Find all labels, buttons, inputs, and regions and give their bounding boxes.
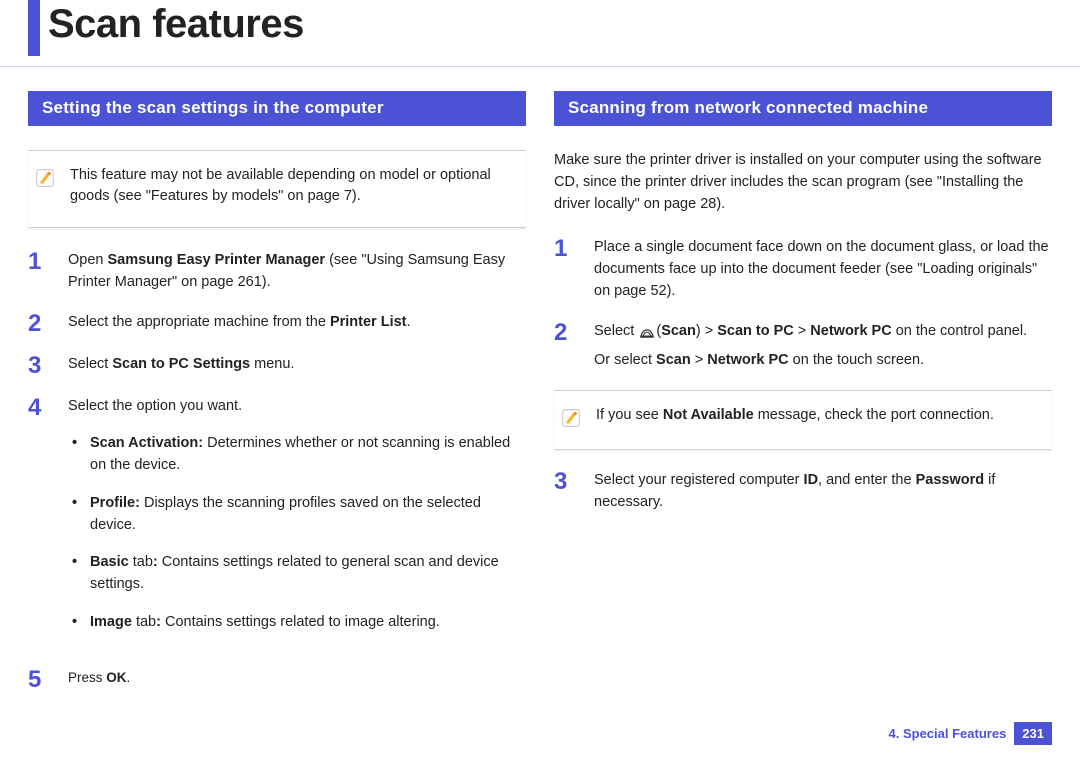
text: > bbox=[691, 352, 708, 368]
bold-text: Printer List bbox=[330, 314, 407, 330]
step-body: Select the appropriate machine from the … bbox=[68, 312, 411, 336]
bullet-item: • Basic tab: Contains settings related t… bbox=[72, 552, 526, 596]
text: menu. bbox=[250, 356, 294, 372]
right-steps-cont: 3 Select your registered computer ID, an… bbox=[554, 470, 1052, 514]
step-number: 1 bbox=[554, 237, 576, 302]
right-step-3: 3 Select your registered computer ID, an… bbox=[554, 470, 1052, 514]
title-accent bbox=[28, 0, 40, 56]
text: Select the appropriate machine from the bbox=[68, 314, 330, 330]
bold-text: Network PC bbox=[707, 352, 788, 368]
bold-text: Image bbox=[90, 614, 132, 630]
left-note-text: This feature may not be available depend… bbox=[70, 165, 520, 207]
step-number: 2 bbox=[28, 312, 50, 336]
bold-text: Scan to PC bbox=[717, 323, 794, 339]
text: tab bbox=[129, 554, 153, 570]
text: Select bbox=[68, 356, 112, 372]
left-note-box: This feature may not be available depend… bbox=[28, 150, 526, 228]
left-column: Setting the scan settings in the compute… bbox=[28, 91, 526, 710]
left-steps: 1 Open Samsung Easy Printer Manager (see… bbox=[28, 250, 526, 692]
bold-text: Scan to PC Settings bbox=[112, 356, 250, 372]
left-section-header: Setting the scan settings in the compute… bbox=[28, 91, 526, 126]
bold-text: Network PC bbox=[810, 323, 891, 339]
left-step-1: 1 Open Samsung Easy Printer Manager (see… bbox=[28, 250, 526, 294]
text: Select bbox=[594, 323, 638, 339]
step-body: Select your registered computer ID, and … bbox=[594, 470, 1052, 514]
text: ) > bbox=[696, 323, 717, 339]
right-step-2: 2 Select (Scan) > Scan to PC > Network P… bbox=[554, 321, 1052, 373]
text: on the touch screen. bbox=[789, 352, 924, 368]
note-pencil-icon bbox=[560, 407, 582, 429]
scan-icon bbox=[638, 322, 656, 340]
left-step-4: 4 Select the option you want. • Scan Act… bbox=[28, 396, 526, 650]
text: tab bbox=[132, 614, 156, 630]
bold-text: Samsung Easy Printer Manager bbox=[108, 252, 326, 268]
bold-text: Profile: bbox=[90, 495, 140, 511]
bullet-dot: • bbox=[72, 552, 80, 596]
text: Displays the scanning profiles saved on … bbox=[90, 495, 481, 533]
text: Contains settings related to image alter… bbox=[161, 614, 440, 630]
text: Select your registered computer bbox=[594, 472, 804, 488]
bold-text: Scan Activation: bbox=[90, 435, 203, 451]
step-body: Select the option you want. • Scan Activ… bbox=[68, 396, 526, 650]
step-number: 1 bbox=[28, 250, 50, 294]
text: Press bbox=[68, 670, 106, 685]
step-body: Open Samsung Easy Printer Manager (see "… bbox=[68, 250, 526, 294]
bullet-item: • Image tab: Contains settings related t… bbox=[72, 612, 526, 634]
footer: 4. Special Features 231 bbox=[889, 722, 1052, 745]
step-body: Press OK. bbox=[68, 668, 130, 692]
bullet-dot: • bbox=[72, 433, 80, 477]
text: > bbox=[794, 323, 811, 339]
bold-text: Basic bbox=[90, 554, 129, 570]
text: . bbox=[127, 670, 131, 685]
right-steps: 1 Place a single document face down on t… bbox=[554, 237, 1052, 372]
right-note-text: If you see Not Available message, check … bbox=[596, 405, 994, 426]
bold-text: Scan bbox=[661, 323, 696, 339]
title-divider bbox=[0, 66, 1080, 67]
note-pencil-icon bbox=[34, 167, 56, 189]
text: . bbox=[407, 314, 411, 330]
bold-text: Scan bbox=[656, 352, 691, 368]
step-number: 2 bbox=[554, 321, 576, 373]
step-number: 5 bbox=[28, 668, 50, 692]
left-step-5: 5 Press OK. bbox=[28, 668, 526, 692]
bullet-list: • Scan Activation: Determines whether or… bbox=[68, 433, 526, 633]
step-body: Select Scan to PC Settings menu. bbox=[68, 354, 294, 378]
right-column: Scanning from network connected machine … bbox=[554, 91, 1052, 710]
text: Open bbox=[68, 252, 108, 268]
step-number: 3 bbox=[28, 354, 50, 378]
text: Or select bbox=[594, 352, 656, 368]
step-number: 3 bbox=[554, 470, 576, 514]
bullet-dot: • bbox=[72, 493, 80, 537]
bold-text: ID bbox=[804, 472, 819, 488]
bold-text: Not Available bbox=[663, 407, 754, 423]
bold-text: OK bbox=[106, 670, 126, 685]
page-title: Scan features bbox=[48, 2, 304, 47]
bullet-item: • Profile: Displays the scanning profile… bbox=[72, 493, 526, 537]
text: Select the option you want. bbox=[68, 398, 242, 414]
text: If you see bbox=[596, 407, 663, 423]
right-step-1: 1 Place a single document face down on t… bbox=[554, 237, 1052, 302]
text: , and enter the bbox=[818, 472, 916, 488]
title-bar: Scan features bbox=[28, 0, 1052, 56]
bullet-dot: • bbox=[72, 612, 80, 634]
step-body: Select (Scan) > Scan to PC > Network PC … bbox=[594, 321, 1027, 373]
step-body: Place a single document face down on the… bbox=[594, 237, 1052, 302]
text: on the control panel. bbox=[892, 323, 1027, 339]
right-intro: Make sure the printer driver is installe… bbox=[554, 150, 1052, 215]
footer-page-number: 231 bbox=[1014, 722, 1052, 745]
right-note-box: If you see Not Available message, check … bbox=[554, 390, 1052, 450]
right-section-header: Scanning from network connected machine bbox=[554, 91, 1052, 126]
left-step-2: 2 Select the appropriate machine from th… bbox=[28, 312, 526, 336]
text: message, check the port connection. bbox=[754, 407, 994, 423]
step-number: 4 bbox=[28, 396, 50, 650]
footer-chapter: 4. Special Features bbox=[889, 726, 1007, 741]
bullet-item: • Scan Activation: Determines whether or… bbox=[72, 433, 526, 477]
bold-text: Password bbox=[916, 472, 985, 488]
left-step-3: 3 Select Scan to PC Settings menu. bbox=[28, 354, 526, 378]
